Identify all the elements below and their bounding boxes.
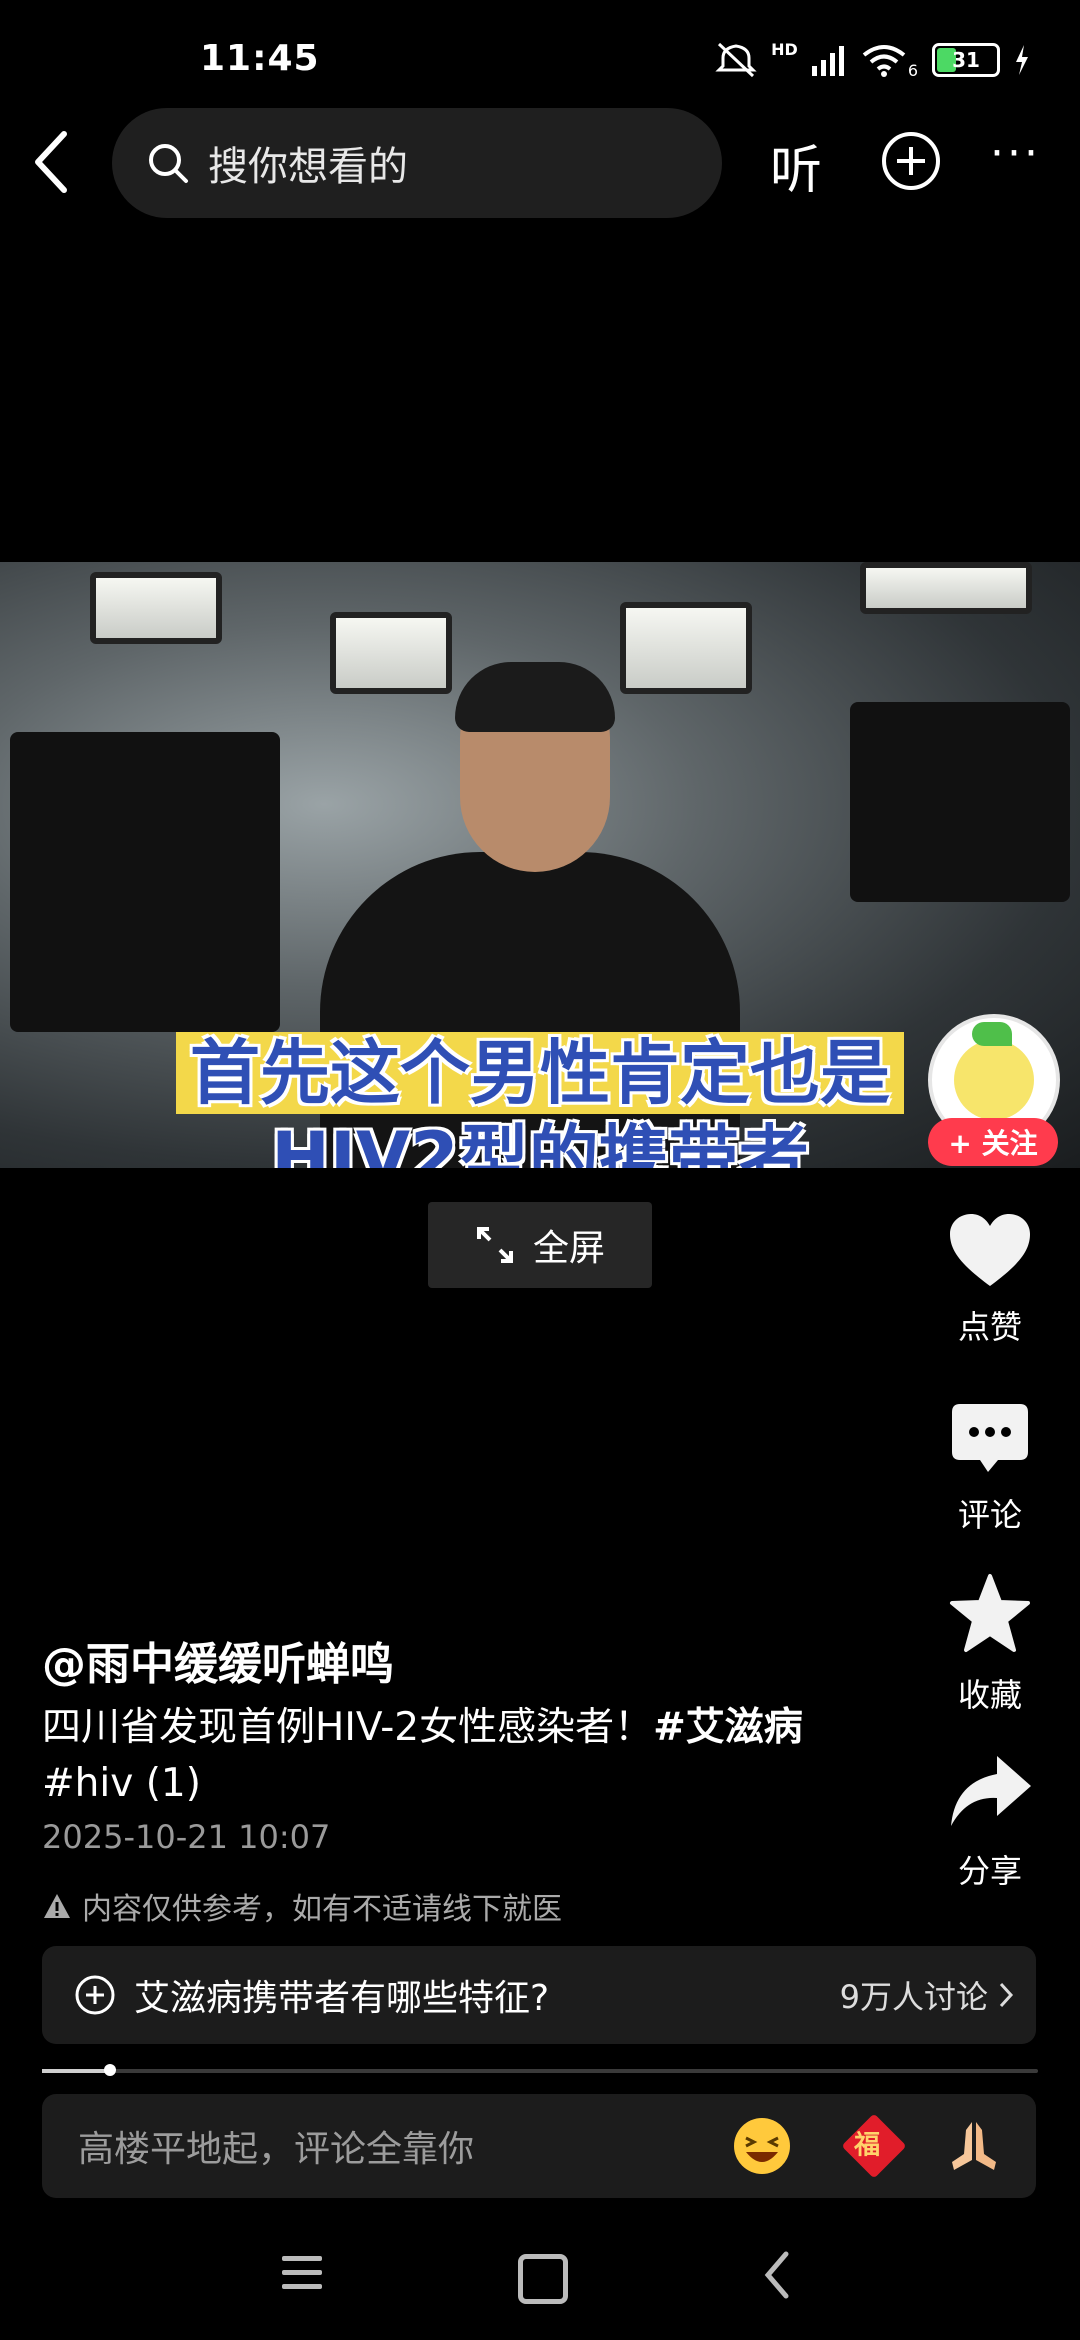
post-date: 2025-10-21 10:07: [42, 1818, 331, 1856]
status-icons: HD 6 31: [715, 40, 1030, 80]
studio-equipment: [10, 732, 280, 1032]
related-topic[interactable]: 艾滋病携带者有哪些特征? 9万人讨论: [42, 1946, 1036, 2044]
video-player[interactable]: 首先这个男性肯定也是 HIV2型的携带者: [0, 562, 1080, 1168]
star-icon: [950, 1574, 1030, 1652]
share-button[interactable]: 分享: [940, 1752, 1040, 1892]
studio-light: [860, 562, 1032, 614]
video-progress-bar[interactable]: [42, 2064, 1038, 2076]
laughing-emoji-icon[interactable]: [732, 2116, 792, 2176]
add-topic-icon: [75, 1975, 115, 2015]
search-placeholder: 搜你想看的: [208, 144, 408, 190]
fullscreen-label: 全屏: [532, 1228, 605, 1269]
praying-hands-icon[interactable]: [944, 2116, 1004, 2176]
comment-label: 评论: [957, 1496, 1022, 1534]
comment-button[interactable]: 评论: [940, 1400, 1040, 1536]
chevron-right-icon: [999, 1982, 1014, 2008]
battery-icon: 31: [932, 43, 1000, 77]
expand-icon: [476, 1227, 513, 1263]
mute-icon: [715, 42, 757, 78]
fu-char: 福: [854, 2130, 881, 2161]
network-label: HD: [771, 40, 798, 59]
back-icon[interactable]: [28, 130, 76, 194]
nav-home-button[interactable]: [518, 2254, 568, 2304]
comment-icon: [952, 1404, 1028, 1472]
favorite-button[interactable]: 收藏: [940, 1572, 1040, 1716]
fullscreen-button[interactable]: 全屏: [428, 1202, 652, 1288]
wifi-sub-label: 6: [907, 61, 918, 80]
progress-handle[interactable]: [104, 2064, 116, 2076]
add-circle-icon[interactable]: [880, 130, 942, 192]
listen-button[interactable]: 听: [770, 128, 822, 203]
like-button[interactable]: 点赞: [940, 1212, 1040, 1348]
favorite-label: 收藏: [957, 1676, 1022, 1714]
follow-button[interactable]: + 关注: [928, 1118, 1058, 1166]
topic-count: 9万人讨论: [840, 1972, 1014, 2018]
wifi-icon: [862, 45, 906, 77]
comment-input[interactable]: 高楼平地起，评论全靠你 福: [42, 2094, 1036, 2198]
studio-light: [330, 612, 452, 694]
battery-level: 31: [952, 48, 980, 72]
nav-menu-button[interactable]: [282, 2256, 322, 2298]
share-arrow-icon: [951, 1756, 1031, 1826]
heart-icon: [950, 1214, 1030, 1286]
video-subtitle-line2: HIV2型的携带者: [271, 1117, 809, 1168]
person-hair: [455, 662, 615, 732]
post-suffix: (1): [133, 1761, 201, 1806]
lemon-avatar-icon: [954, 1022, 1034, 1120]
charging-icon: [1016, 45, 1028, 75]
share-label: 分享: [957, 1852, 1022, 1890]
disclaimer-text: 内容仅供参考，如有不适请线下就医: [82, 1892, 562, 1927]
hashtag-hiv[interactable]: #hiv: [42, 1761, 133, 1806]
topic-title: 艾滋病携带者有哪些特征?: [134, 1978, 550, 2019]
signal-icon: [811, 46, 844, 76]
post-description: 四川省发现首例HIV-2女性感染者！#艾滋病 #hiv (1): [42, 1700, 882, 1812]
disclaimer: 内容仅供参考，如有不适请线下就医: [42, 1884, 562, 1928]
nav-back-icon[interactable]: [762, 2250, 792, 2300]
post-text: 四川省发现首例HIV-2女性感染者！: [42, 1705, 654, 1750]
comment-placeholder: 高楼平地起，评论全靠你: [78, 2129, 475, 2170]
search-bar[interactable]: 搜你想看的: [112, 108, 722, 218]
more-button[interactable]: ···: [990, 128, 1041, 179]
progress-fill: [42, 2069, 110, 2073]
studio-equipment: [850, 702, 1070, 902]
author-name[interactable]: @雨中缓缓听蝉鸣: [42, 1628, 394, 1692]
fu-blessing-icon[interactable]: 福: [841, 2113, 907, 2179]
hashtag-aids[interactable]: #艾滋病: [653, 1705, 803, 1750]
status-time: 11:45: [200, 38, 320, 79]
studio-light: [620, 602, 752, 694]
warning-icon: [44, 1894, 70, 1918]
search-icon: [149, 144, 188, 183]
like-label: 点赞: [957, 1308, 1022, 1346]
studio-light: [90, 572, 222, 644]
